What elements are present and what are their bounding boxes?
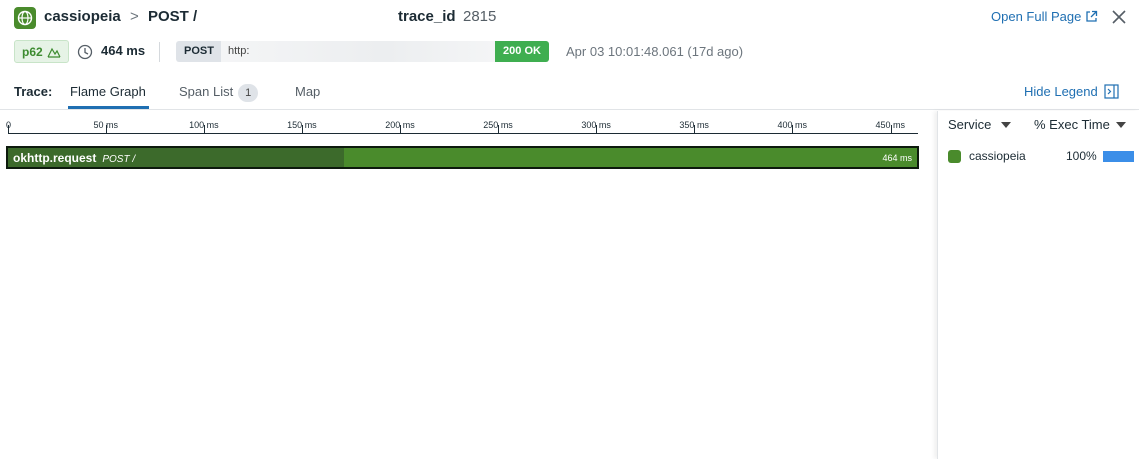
axis-tick-label: 50 ms: [93, 120, 119, 130]
exec-time-bar: [1103, 151, 1134, 162]
trace-id-value: 2815: [463, 8, 497, 25]
breadcrumb-separator: >: [130, 8, 139, 25]
hide-legend-label: Hide Legend: [1024, 84, 1098, 99]
legend-service-header: Service: [948, 117, 992, 132]
trace-tabs: Trace: Flame Graph Span List 1 Map Hide L…: [0, 76, 1139, 110]
http-method-badge: POST: [176, 41, 222, 62]
open-full-page-link[interactable]: Open Full Page: [991, 9, 1098, 24]
flame-span-okhttp-request[interactable]: okhttp.request POST / 464 ms: [6, 146, 919, 169]
axis-tick-label: 100 ms: [189, 120, 219, 130]
divider: [159, 42, 160, 62]
trace-meta: p62 464 ms POST http: 200 OK Apr 03 10:0…: [0, 38, 1139, 66]
axis-tick-label: 450 ms: [875, 120, 906, 130]
tab-flame-graph[interactable]: Flame Graph: [70, 84, 146, 99]
percentile-badge[interactable]: p62: [14, 40, 69, 63]
trace-header: cassiopeia > POST / trace_id 2815 Open F…: [0, 0, 1139, 36]
legend-service-name: cassiopeia: [969, 149, 1026, 163]
trace-duration: 464 ms: [101, 43, 146, 58]
axis-tick-label: 300 ms: [581, 120, 611, 130]
trace-id-label: trace_id: [398, 8, 456, 25]
tabs-label: Trace:: [14, 84, 53, 99]
legend-exec-pct: 100%: [1066, 149, 1097, 163]
open-full-page-label: Open Full Page: [991, 9, 1082, 24]
flame-graph: okhttp.request POST / 464 ms 0 50 ms 100 ms…: [0, 111, 936, 459]
axis-tick-label: 400 ms: [777, 120, 807, 130]
distribution-icon: [47, 47, 61, 58]
axis-tick-label: 150 ms: [287, 120, 317, 130]
tab-span-list-label: Span List: [179, 84, 234, 99]
hide-legend-button[interactable]: Hide Legend: [1024, 84, 1119, 99]
span-name: okhttp.request POST /: [13, 151, 135, 165]
legend-service-sort[interactable]: Service: [948, 117, 1012, 132]
span-resource: POST /: [102, 154, 136, 165]
resource-name: POST /: [148, 8, 198, 25]
legend-exec-sort[interactable]: % Exec Time: [1034, 117, 1126, 132]
caret-down-icon: [1115, 121, 1126, 128]
service-name[interactable]: cassiopeia: [44, 8, 121, 25]
span-count-badge: 1: [238, 84, 259, 102]
axis-tick-label: 350 ms: [679, 120, 709, 130]
axis-tick-label: 250 ms: [483, 120, 513, 130]
close-icon[interactable]: [1110, 8, 1128, 26]
axis-tick-label: 200 ms: [385, 120, 415, 130]
span-operation: okhttp.request: [13, 151, 97, 165]
status-badge: 200 OK: [495, 41, 549, 62]
collapse-panel-icon: [1104, 84, 1119, 99]
clock-icon: [77, 44, 93, 60]
tab-map[interactable]: Map: [295, 84, 320, 99]
service-color-swatch: [948, 150, 961, 163]
globe-icon: [14, 7, 36, 29]
tab-span-list[interactable]: Span List 1: [179, 84, 259, 102]
caret-down-icon: [1001, 121, 1012, 128]
trace-timestamp: Apr 03 10:01:48.061 (17d ago): [566, 44, 744, 59]
active-tab-indicator: [68, 106, 149, 109]
external-link-icon: [1086, 10, 1098, 22]
percentile-label: p62: [22, 44, 43, 59]
legend-exec-header: % Exec Time: [1034, 117, 1110, 132]
request-url[interactable]: http:: [221, 41, 495, 62]
legend-panel: Service % Exec Time cassiopeia 100%: [937, 111, 1139, 459]
axis-tick-label: 0: [6, 120, 12, 130]
legend-row[interactable]: cassiopeia 100%: [938, 147, 1139, 167]
time-axis: [8, 133, 918, 134]
span-duration: 464 ms: [882, 153, 912, 163]
